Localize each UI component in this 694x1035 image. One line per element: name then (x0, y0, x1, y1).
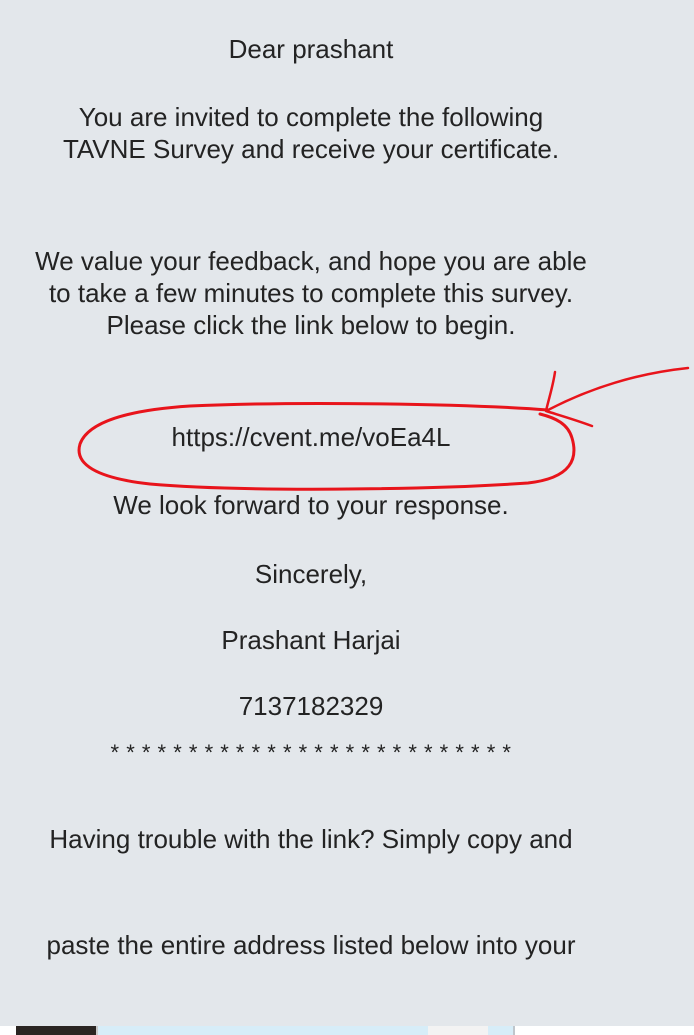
email-greeting: Dear prashant (228, 34, 394, 64)
link-trouble-text: Having trouble with the link? Simply cop… (49, 824, 573, 854)
blank-thumbnail (428, 1026, 488, 1035)
sender-name: Prashant Harjai (221, 625, 401, 655)
email-message-panel: Dear prashant You are invited to complet… (0, 0, 694, 1035)
sender-phone: 7137182329 (238, 691, 384, 721)
link-trouble-text-continued: paste the entire address listed below in… (46, 930, 576, 960)
separator-asterisks: * * * * * * * * * * * * * * * * * * * * … (110, 740, 512, 765)
survey-link-paragraph: https://cvent.me/voEa4L (35, 421, 587, 453)
annotation-arrow-icon (546, 366, 690, 412)
annotation-arrowhead-icon (544, 370, 594, 428)
avatar-thumbnail (16, 1026, 98, 1035)
email-signoff: Sincerely, (254, 559, 368, 589)
email-value-text: We value your feedback, and hope you are… (35, 246, 587, 340)
email-forward-text: We look forward to your response. (113, 490, 509, 520)
email-invite-text: You are invited to complete the followin… (62, 102, 560, 164)
survey-link[interactable]: https://cvent.me/voEa4L (172, 422, 451, 452)
